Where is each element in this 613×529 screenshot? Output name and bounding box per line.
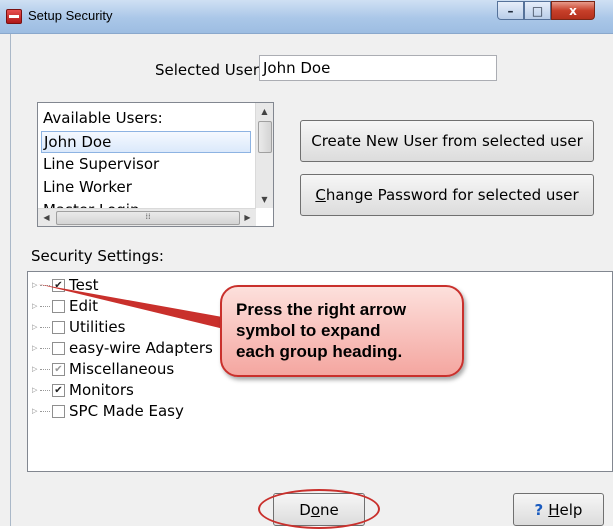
setup-security-window: Setup Security – □ x Selected User: John… bbox=[0, 0, 613, 529]
callout-line-1: Press the right arrow bbox=[236, 300, 407, 319]
help-icon: ? bbox=[534, 500, 544, 519]
help-mnemonic: H bbox=[548, 500, 560, 519]
callout-pointer bbox=[38, 284, 228, 330]
callout-line-2: symbol to expand bbox=[236, 321, 381, 340]
help-button[interactable]: ? Help bbox=[513, 493, 604, 526]
done-highlight-ellipse bbox=[258, 489, 380, 529]
instruction-callout: Press the right arrow symbol to expand e… bbox=[220, 285, 464, 377]
callout-pointer-line bbox=[38, 284, 228, 330]
callout-line-3: each group heading. bbox=[236, 342, 403, 361]
help-label: elp bbox=[559, 500, 583, 519]
